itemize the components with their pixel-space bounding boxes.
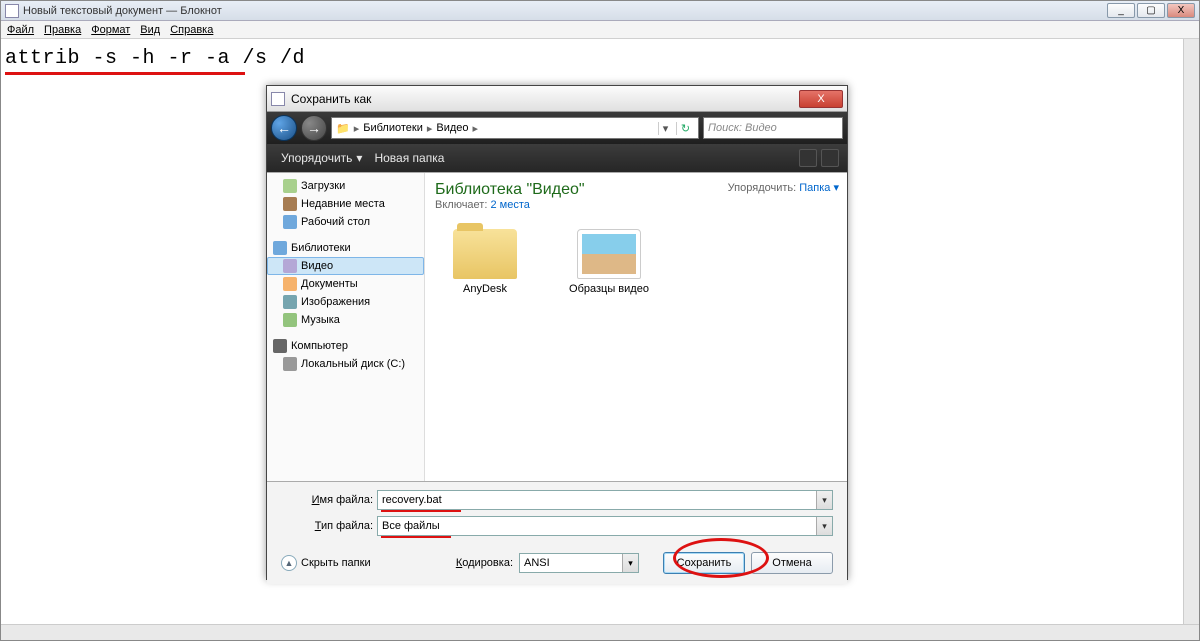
filename-row: Имя файла: recovery.bat ▾ — [281, 490, 833, 510]
menu-help[interactable]: Справка — [170, 24, 213, 36]
dialog-titlebar: Сохранить как X — [267, 86, 847, 112]
library-subtitle: Включает: 2 места — [435, 199, 837, 211]
encoding-label: Кодировка: — [456, 557, 513, 569]
help-icon[interactable] — [821, 149, 839, 167]
annotation-underline — [5, 72, 245, 75]
tree-recent[interactable]: Недавние места — [267, 195, 424, 213]
refresh-icon[interactable]: ↻ — [676, 122, 694, 135]
content-pane: Библиотека "Видео" Включает: 2 места Упо… — [425, 173, 847, 481]
nav-forward-button[interactable]: → — [301, 115, 327, 141]
tree-downloads[interactable]: Загрузки — [267, 177, 424, 195]
folder-anydesk[interactable]: AnyDesk — [435, 229, 535, 295]
encoding-select[interactable]: ANSI ▾ — [519, 553, 639, 573]
tree-desktop[interactable]: Рабочий стол — [267, 213, 424, 231]
menu-view[interactable]: Вид — [140, 24, 160, 36]
annotation-underline — [381, 510, 461, 512]
breadcrumb-sep-2[interactable]: ▸ — [473, 122, 479, 135]
filetype-row: Тип файла: Все файлы ▾ — [281, 516, 833, 536]
filename-input[interactable]: recovery.bat ▾ — [377, 490, 833, 510]
save-button[interactable]: Сохранить — [663, 552, 745, 574]
tree-video[interactable]: Видео — [267, 257, 424, 275]
tree-local-disk-c[interactable]: Локальный диск (C:) — [267, 355, 424, 373]
notepad-titlebar: Новый текстовый документ — Блокнот _ ▢ X — [1, 1, 1199, 21]
dialog-title: Сохранить как — [291, 92, 799, 106]
menu-edit[interactable]: Правка — [44, 24, 81, 36]
address-bar[interactable]: 📁 ▸ Библиотеки ▸ Видео ▸ ▾ ↻ — [331, 117, 699, 139]
folder-icon — [577, 229, 641, 279]
menu-format[interactable]: Формат — [91, 24, 130, 36]
hide-folders-toggle[interactable]: ▲ Скрыть папки — [281, 555, 371, 571]
tree-documents[interactable]: Документы — [267, 275, 424, 293]
filetype-select[interactable]: Все файлы ▾ — [377, 516, 833, 536]
close-button[interactable]: X — [1167, 3, 1195, 18]
notepad-menubar: Файл Правка Формат Вид Справка — [1, 21, 1199, 39]
dropdown-icon[interactable]: ▾ — [816, 517, 832, 535]
folder-icon — [453, 229, 517, 279]
dialog-toolbar: Упорядочить ▾ Новая папка — [267, 144, 847, 172]
save-as-dialog: Сохранить как X ← → 📁 ▸ Библиотеки ▸ Вид… — [266, 85, 848, 580]
arrange-link[interactable]: Папка ▾ — [799, 182, 839, 194]
minimize-button[interactable]: _ — [1107, 3, 1135, 18]
toolbar-right-group — [799, 149, 839, 167]
dropdown-icon[interactable]: ▾ — [622, 554, 638, 572]
item-grid: AnyDesk Образцы видео — [435, 229, 837, 295]
address-dropdown-icon[interactable]: ▾ — [658, 122, 672, 135]
view-options-icon[interactable] — [799, 149, 817, 167]
search-input[interactable]: Поиск: Видео — [703, 117, 843, 139]
chevron-down-icon: ▾ — [833, 182, 839, 194]
cancel-button[interactable]: Отмена — [751, 552, 833, 574]
notepad-icon — [5, 4, 19, 18]
horizontal-scrollbar[interactable] — [1, 624, 1199, 640]
tree-computer[interactable]: Компьютер — [267, 337, 424, 355]
dialog-close-button[interactable]: X — [799, 90, 843, 108]
dialog-fields: Имя файла: recovery.bat ▾ Тип файла: Все… — [267, 482, 847, 546]
dialog-icon — [271, 92, 285, 106]
filetype-label: Тип файла: — [281, 520, 377, 532]
new-folder-button[interactable]: Новая папка — [368, 149, 450, 167]
organize-button[interactable]: Упорядочить ▾ — [275, 149, 368, 167]
folder-sample-videos[interactable]: Образцы видео — [559, 229, 659, 295]
menu-file[interactable]: Файл — [7, 24, 34, 36]
dialog-actions: ▲ Скрыть папки Кодировка: ANSI ▾ Сохрани… — [267, 546, 847, 584]
maximize-button[interactable]: ▢ — [1137, 3, 1165, 18]
folder-tree: Загрузки Недавние места Рабочий стол Биб… — [267, 173, 425, 481]
dialog-nav-bar: ← → 📁 ▸ Библиотеки ▸ Видео ▸ ▾ ↻ Поиск: … — [267, 112, 847, 144]
window-controls: _ ▢ X — [1107, 3, 1195, 18]
annotation-underline — [381, 536, 451, 538]
includes-link[interactable]: 2 места — [490, 199, 529, 211]
tree-libraries[interactable]: Библиотеки — [267, 239, 424, 257]
editor-line-1: attrib -s -h -r -a /s /d — [5, 47, 1179, 70]
nav-back-button[interactable]: ← — [271, 115, 297, 141]
collapse-icon: ▲ — [281, 555, 297, 571]
breadcrumb-sep-0[interactable]: ▸ — [354, 122, 360, 135]
breadcrumb-libraries[interactable]: Библиотеки — [363, 122, 423, 134]
tree-images[interactable]: Изображения — [267, 293, 424, 311]
dropdown-icon[interactable]: ▾ — [816, 491, 832, 509]
vertical-scrollbar[interactable] — [1183, 39, 1199, 624]
notepad-window: Новый текстовый документ — Блокнот _ ▢ X… — [0, 0, 1200, 641]
breadcrumb-sep-1[interactable]: ▸ — [427, 122, 433, 135]
dialog-body: Загрузки Недавние места Рабочий стол Биб… — [267, 172, 847, 482]
notepad-title: Новый текстовый документ — Блокнот — [23, 5, 1107, 17]
tree-music[interactable]: Музыка — [267, 311, 424, 329]
breadcrumb-video[interactable]: Видео — [436, 122, 468, 134]
chevron-down-icon: ▾ — [356, 151, 362, 165]
arrange-by: Упорядочить: Папка ▾ — [728, 181, 839, 194]
breadcrumb-root-icon: 📁 — [336, 122, 350, 135]
filename-label: Имя файла: — [281, 494, 377, 506]
